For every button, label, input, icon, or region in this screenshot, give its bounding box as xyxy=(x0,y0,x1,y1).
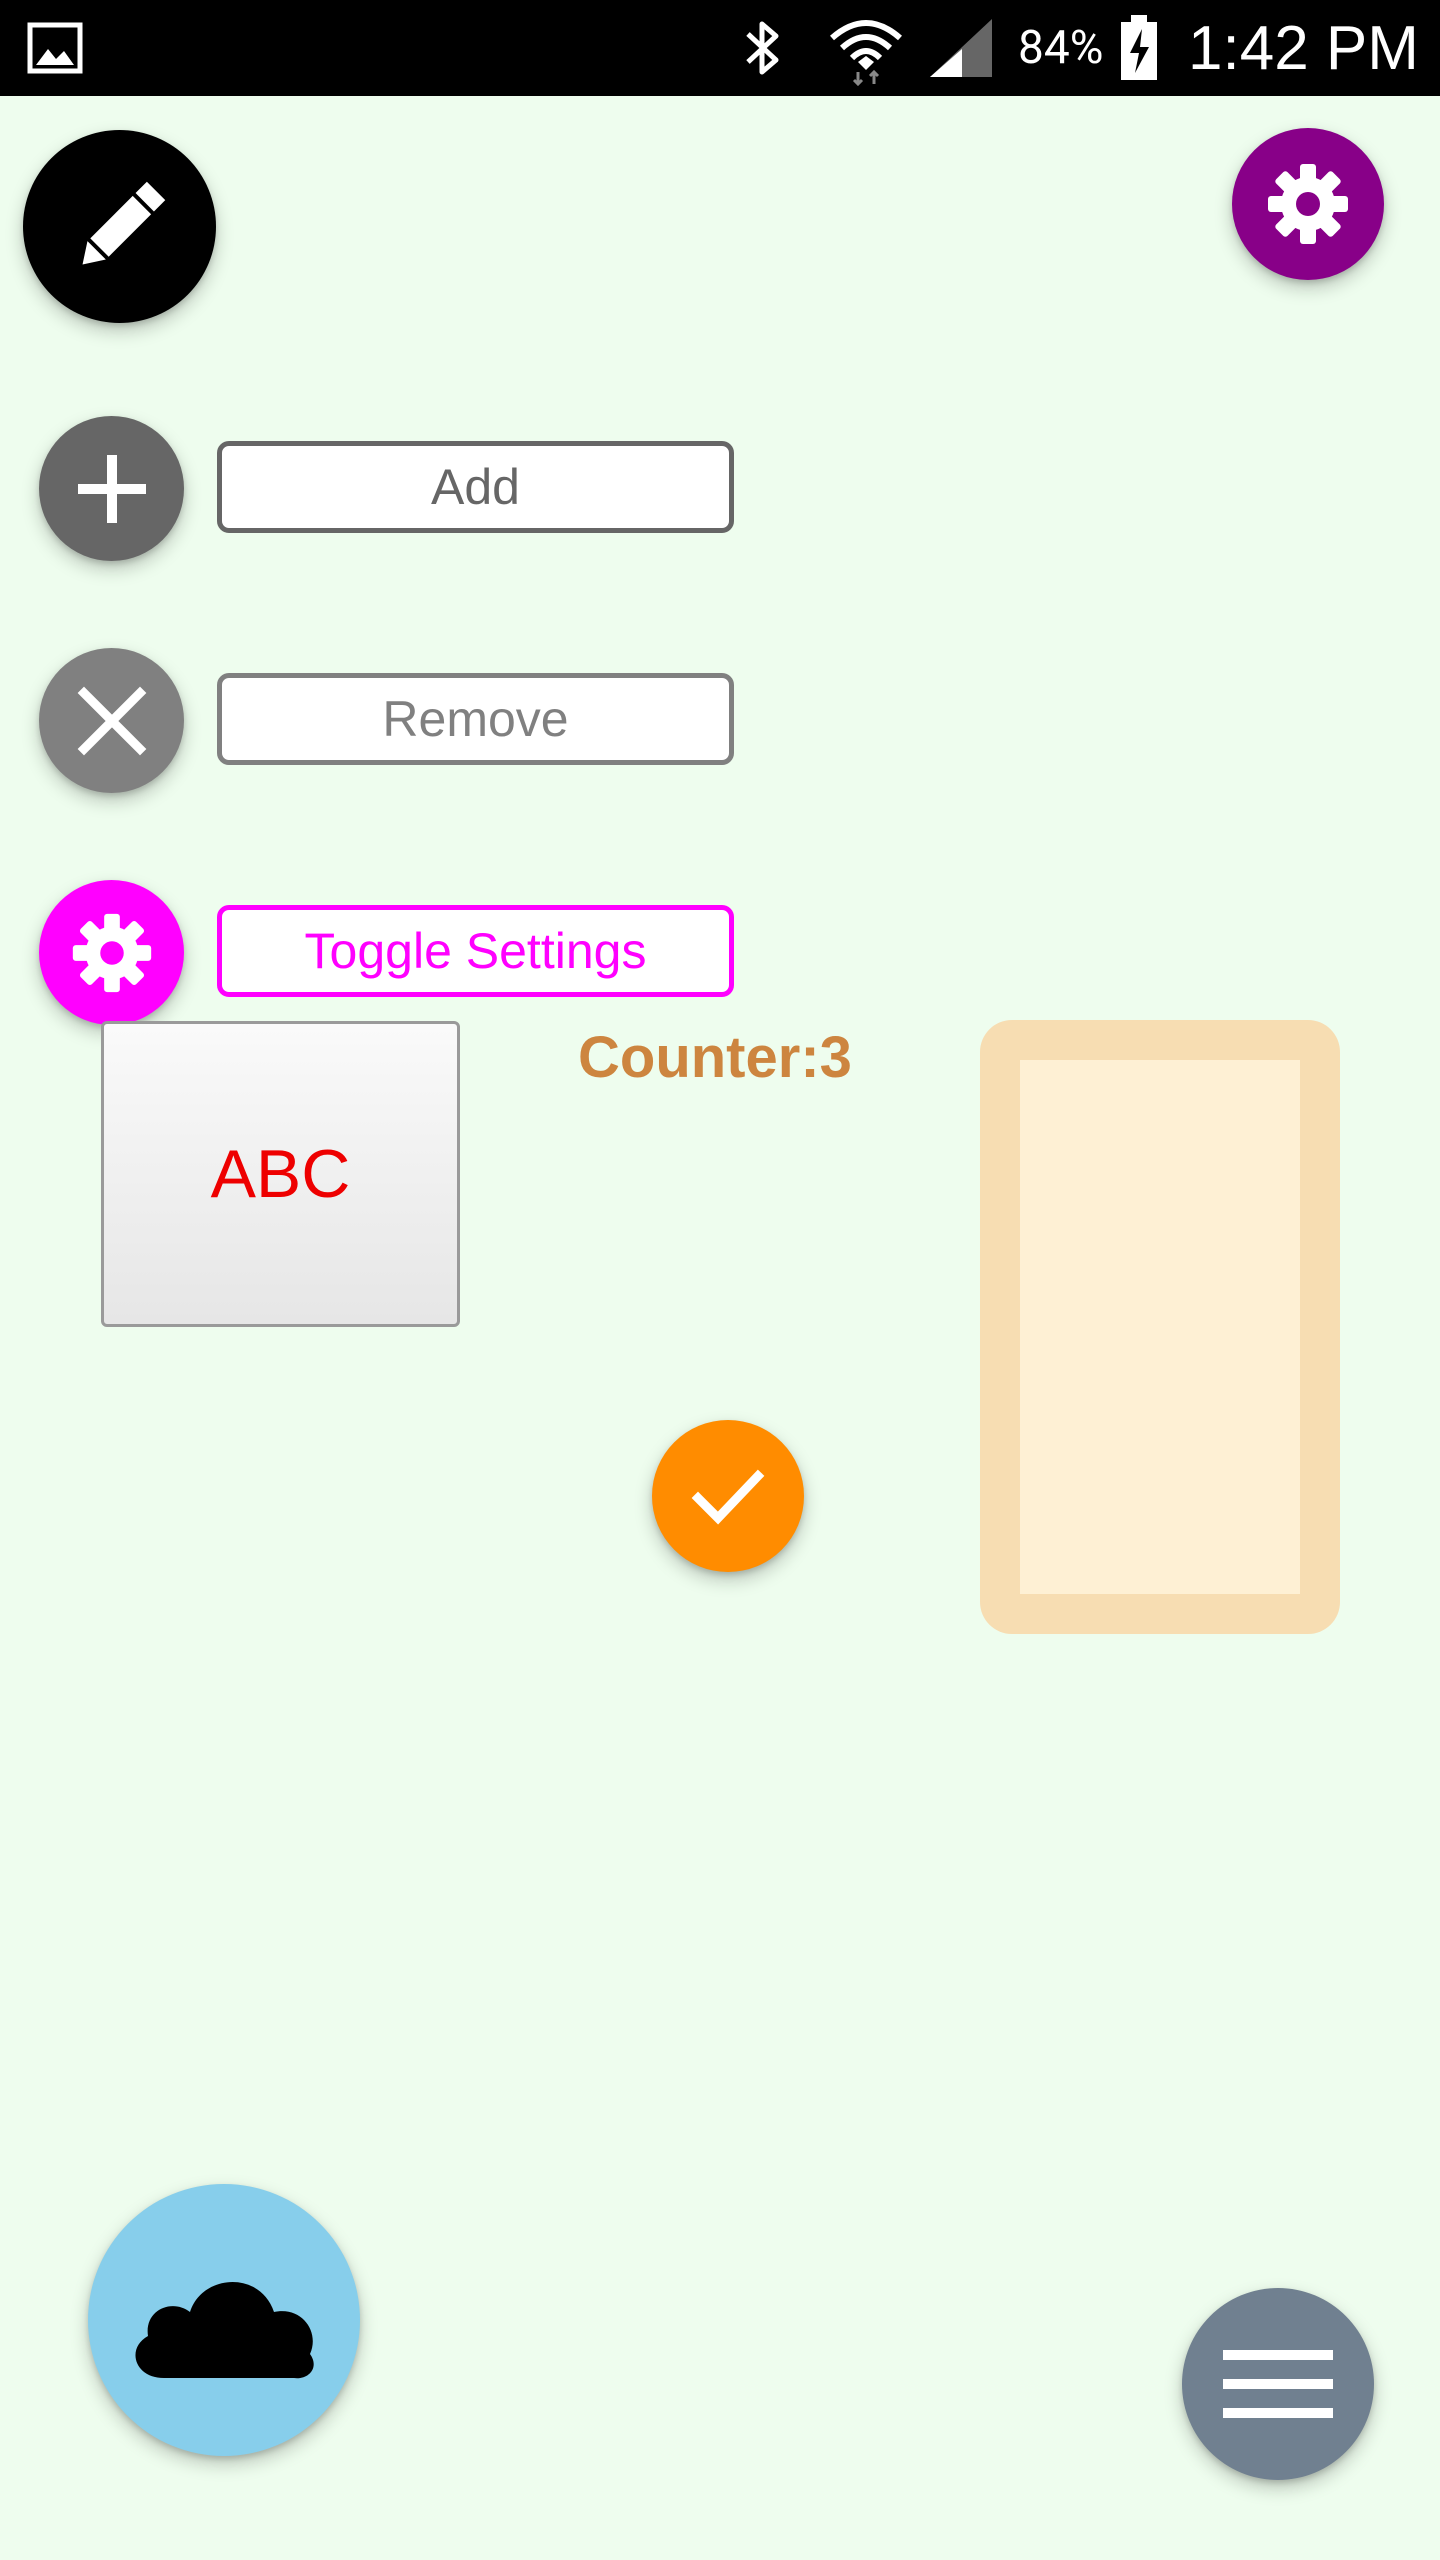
battery-charging-icon xyxy=(1118,0,1160,96)
remove-fab[interactable] xyxy=(39,648,184,793)
clock: 1:42 PM xyxy=(1188,13,1419,83)
add-fab[interactable] xyxy=(39,416,184,561)
status-bar: 84% 1:42 PM xyxy=(0,0,1440,96)
abc-label: ABC xyxy=(210,1136,351,1212)
pencil-icon xyxy=(65,172,175,282)
confirm-fab[interactable] xyxy=(652,1420,804,1572)
check-icon xyxy=(688,1456,768,1536)
abc-box[interactable]: ABC xyxy=(101,1021,460,1327)
gallery-icon xyxy=(26,0,84,96)
remove-button[interactable]: Remove xyxy=(217,673,734,765)
wifi-icon xyxy=(828,0,904,96)
toggle-settings-fab[interactable] xyxy=(39,880,184,1025)
frame-panel xyxy=(980,1020,1340,1634)
settings-fab[interactable] xyxy=(1232,128,1384,280)
hamburger-menu-icon xyxy=(1223,2344,1333,2424)
toggle-settings-button[interactable]: Toggle Settings xyxy=(217,905,734,997)
bluetooth-icon xyxy=(738,0,790,96)
battery-percent: 84% xyxy=(1018,21,1104,75)
cloud-fab[interactable] xyxy=(88,2184,360,2456)
cloud-icon xyxy=(124,2250,324,2390)
signal-icon xyxy=(928,0,994,96)
close-icon xyxy=(72,681,152,761)
gear-icon xyxy=(65,906,159,1000)
counter-label: Counter:3 xyxy=(578,1025,852,1090)
menu-fab[interactable] xyxy=(1182,2288,1374,2480)
gear-icon xyxy=(1260,156,1356,252)
frame-inner-area xyxy=(1020,1060,1300,1594)
add-button[interactable]: Add xyxy=(217,441,734,533)
plus-icon xyxy=(72,449,152,529)
edit-fab[interactable] xyxy=(23,130,216,323)
